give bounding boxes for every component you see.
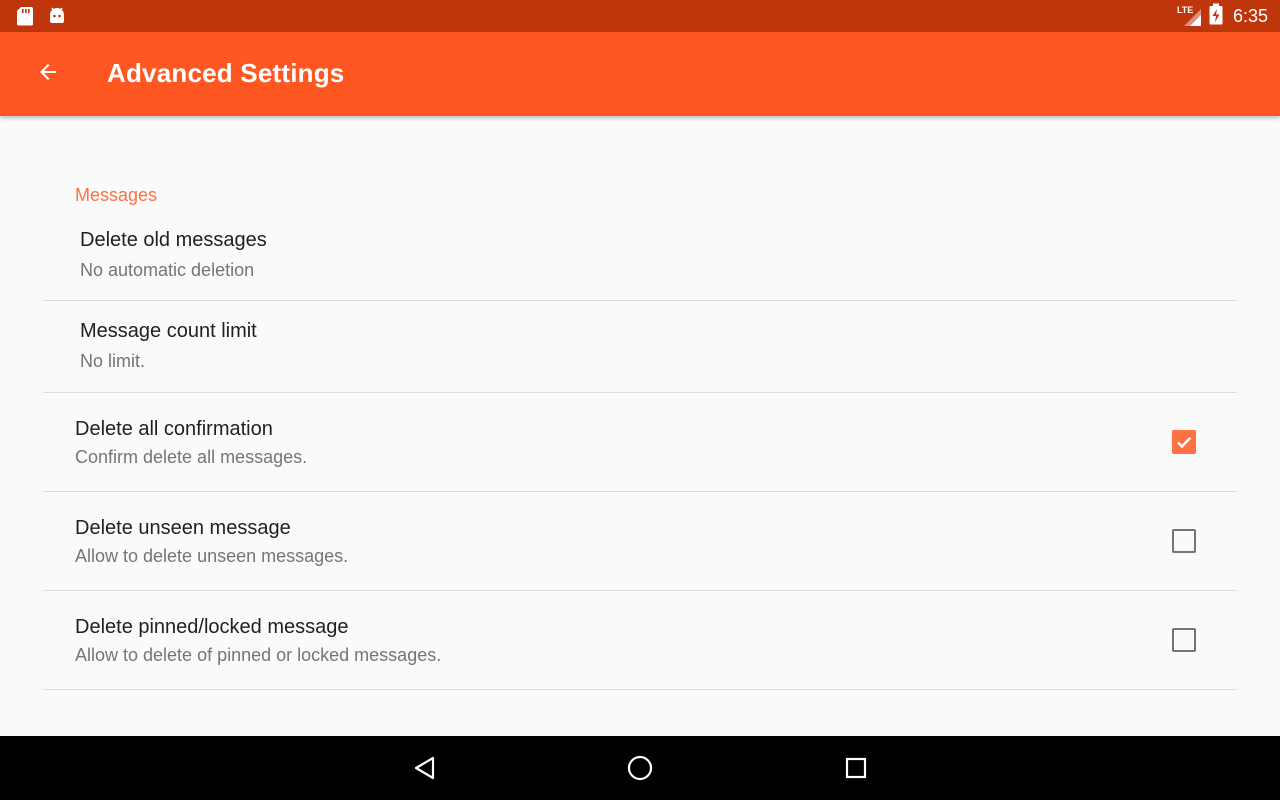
page-title: Advanced Settings [107,58,345,88]
nav-recents-button[interactable] [836,748,876,788]
pref-summary: No automatic deletion [80,260,255,280]
back-button[interactable] [24,50,72,98]
pref-title: Delete all confirmation [75,418,273,440]
pref-delete-all-confirmation[interactable]: Delete all confirmation Confirm delete a… [43,393,1237,492]
pref-summary: Confirm delete all messages. [75,447,308,467]
pref-message-count-limit[interactable]: Message count limit No limit. [43,301,1237,393]
nav-home-button[interactable] [620,748,660,788]
sd-card-icon [16,6,34,31]
battery-charging-icon [1209,3,1223,30]
navigation-bar [0,736,1280,800]
pref-title: Message count limit [80,320,257,342]
checkmark-icon [1177,436,1192,449]
status-icons: LTE 6:35 [1177,0,1268,32]
section-header-messages: Messages [75,185,158,205]
status-bar: LTE 6:35 [0,0,1280,32]
app-bar: Advanced Settings [0,32,1280,116]
pref-title: Delete unseen message [75,517,291,539]
delete-unseen-message-checkbox[interactable] [1172,529,1196,553]
android-icon [47,6,67,31]
home-circle-icon [627,755,653,781]
pref-delete-old-messages[interactable]: Delete old messages No automatic deletio… [43,212,1237,301]
pref-delete-unseen-message[interactable]: Delete unseen message Allow to delete un… [43,492,1237,591]
pref-summary: Allow to delete of pinned or locked mess… [75,645,442,665]
nav-back-button[interactable] [405,748,445,788]
delete-pinned-locked-message-checkbox[interactable] [1172,628,1196,652]
pref-title: Delete old messages [80,229,267,251]
delete-all-confirmation-checkbox[interactable] [1172,430,1196,454]
pref-title: Delete pinned/locked message [75,616,349,638]
pref-summary: Allow to delete unseen messages. [75,546,349,566]
arrow-back-icon [36,60,60,89]
recents-square-icon [845,757,867,779]
status-time: 6:35 [1232,5,1268,26]
signal-icon: LTE [1177,5,1203,27]
pref-delete-pinned-locked-message[interactable]: Delete pinned/locked message Allow to de… [43,591,1237,690]
settings-list: Messages Delete old messages No automati… [0,116,1280,736]
pref-summary: No limit. [80,351,146,371]
back-triangle-icon [414,756,435,780]
